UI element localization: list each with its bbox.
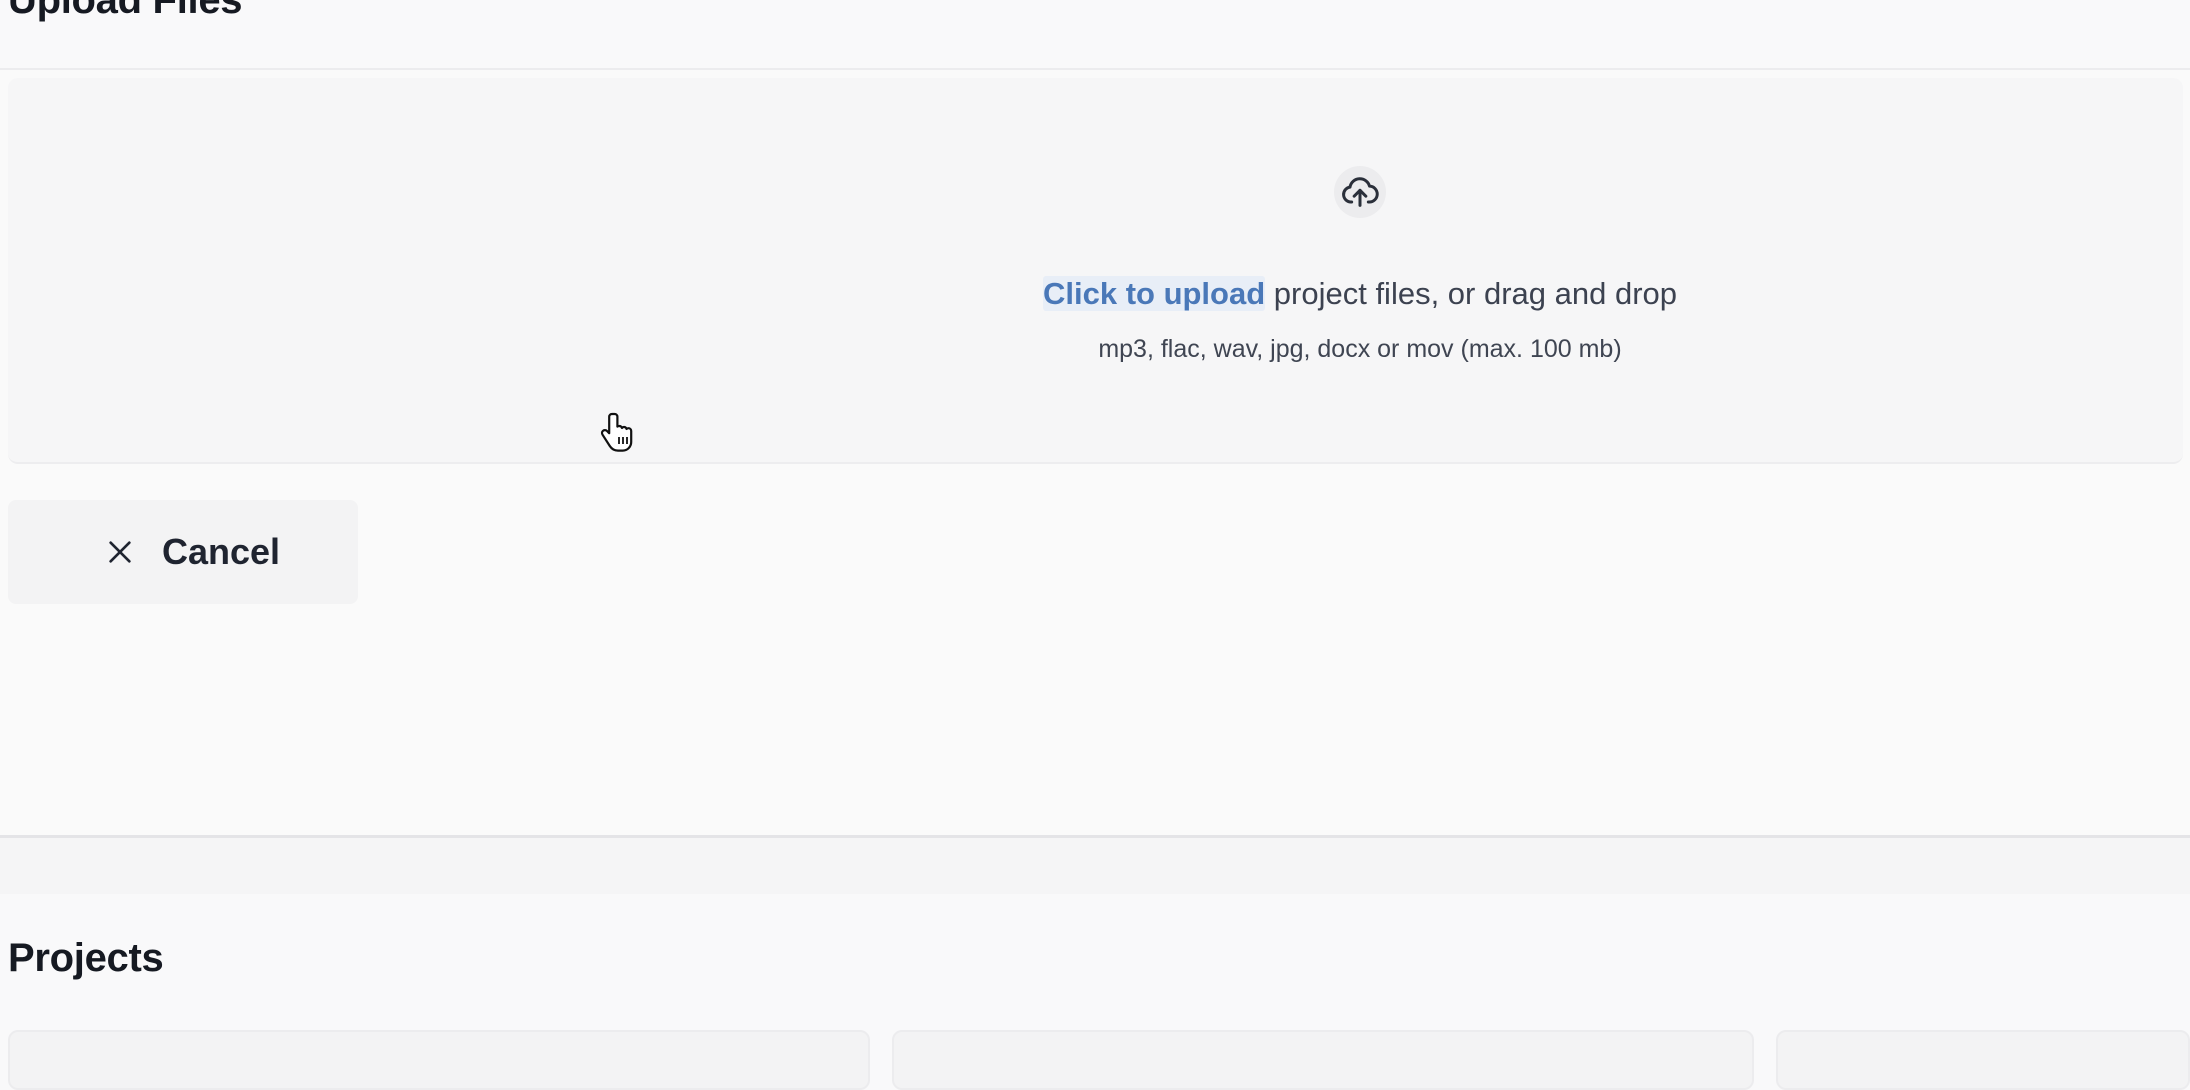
cancel-button[interactable]: Cancel xyxy=(8,500,358,604)
upload-files-title: Upload Files xyxy=(8,0,243,22)
upload-dropzone[interactable]: Click to upload project files, or drag a… xyxy=(8,78,2183,464)
project-card[interactable] xyxy=(8,1030,870,1090)
project-card[interactable] xyxy=(892,1030,1754,1090)
click-to-upload-link[interactable]: Click to upload xyxy=(1042,276,1266,311)
cancel-label: Cancel xyxy=(162,531,281,572)
section-divider xyxy=(0,838,2190,894)
upload-instruction: Click to upload project files, or drag a… xyxy=(8,276,2190,312)
cloud-upload-icon xyxy=(1334,166,1386,218)
project-card[interactable] xyxy=(1776,1030,2190,1090)
upload-instruction-text: project files, or drag and drop xyxy=(1265,276,1678,311)
file-type-hint: mp3, flac, wav, jpg, docx or mov (max. 1… xyxy=(1098,335,1622,363)
projects-title: Projects xyxy=(8,936,164,980)
close-icon xyxy=(104,536,136,568)
upload-panel: Click to upload project files, or drag a… xyxy=(0,68,2190,838)
